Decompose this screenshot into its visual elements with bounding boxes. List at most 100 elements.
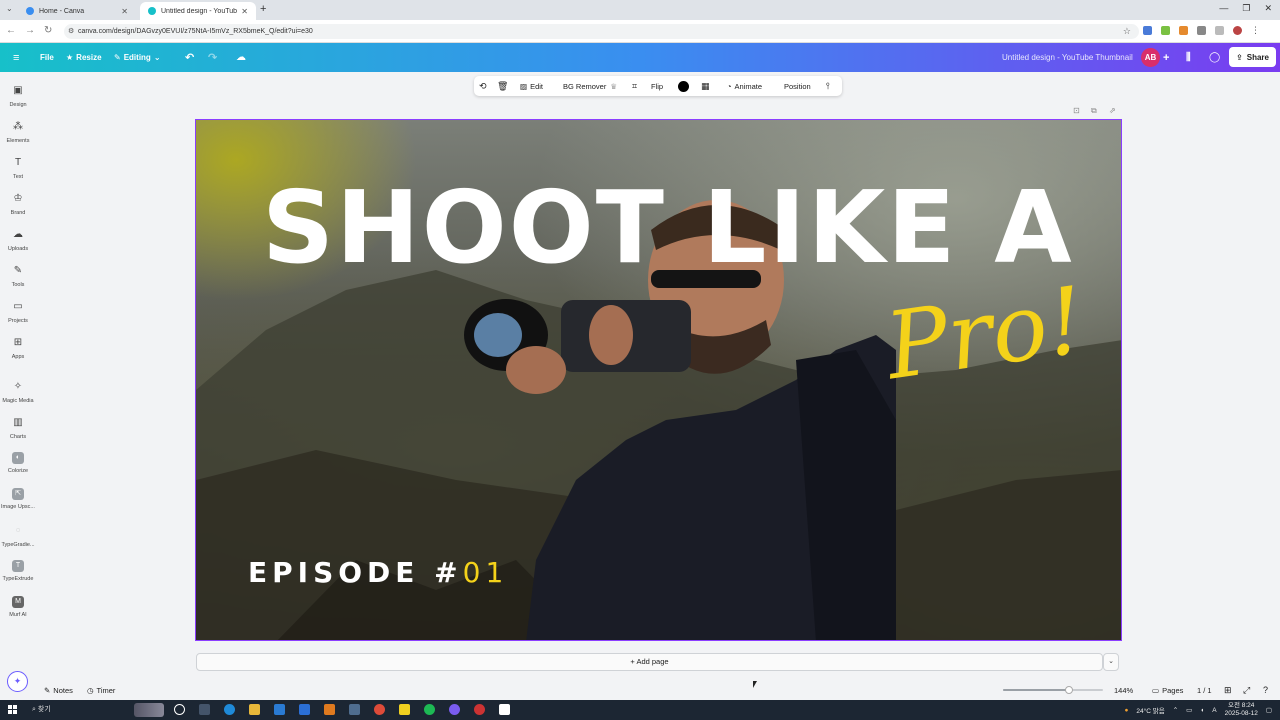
bookmark-star-icon[interactable]: ☆ (1123, 24, 1131, 39)
timer-button[interactable]: ◷ Timer (87, 680, 115, 700)
add-collaborator-icon[interactable]: + (1163, 43, 1169, 72)
crop-icon[interactable]: ⌗ (632, 76, 637, 96)
weather-text[interactable]: 24°C 맑음 (1136, 705, 1164, 715)
bg-remover-button[interactable]: BG Remover ♛ (563, 76, 617, 96)
sidebar-item-charts[interactable]: ▥ Charts (0, 416, 36, 440)
cloud-save-icon[interactable]: ☁ (236, 43, 246, 72)
insights-icon[interactable]: ⫼ (1186, 43, 1191, 72)
site-info-icon[interactable]: ⚙ (68, 24, 74, 39)
help-icon[interactable]: ? (1263, 680, 1268, 700)
pages-button[interactable]: ▭ Pages (1152, 680, 1183, 700)
restore-icon[interactable]: ❐ (1242, 3, 1250, 14)
duplicate-page-icon[interactable]: ⧉ (1091, 106, 1097, 116)
browser-menu-icon[interactable]: ⋮ (1251, 26, 1260, 35)
task-view-icon[interactable] (174, 704, 185, 715)
notes-button[interactable]: ✎ Notes (44, 680, 73, 700)
sidebar-item-elements[interactable]: ⁂ Elements (0, 120, 36, 144)
app-icon[interactable] (449, 704, 460, 715)
grid-view-icon[interactable]: ⊞ (1224, 680, 1232, 700)
file-explorer-icon[interactable] (249, 704, 260, 715)
file-menu[interactable]: File (40, 43, 54, 72)
volume-icon[interactable]: ◖ (1200, 707, 1204, 714)
extension-icon[interactable] (1179, 26, 1188, 35)
new-tab-icon[interactable]: + (260, 3, 266, 15)
editing-mode-button[interactable]: ✎ Editing ⌄ (114, 43, 161, 72)
animate-button[interactable]: ◔ Animate (727, 76, 762, 96)
ime-icon[interactable]: A (1212, 707, 1216, 714)
delete-icon[interactable]: 🗑 (497, 76, 508, 96)
download-icon[interactable] (1215, 26, 1224, 35)
search-app-icon[interactable] (324, 704, 335, 715)
url-field[interactable]: ⚙ canva.com/design/DAGvzy0EVUI/z75NtA-I5… (64, 24, 1139, 39)
reload-icon[interactable]: ↻ (44, 25, 52, 36)
undo-icon[interactable]: ↶ (185, 43, 194, 72)
kakao-icon[interactable] (399, 704, 410, 715)
widgets-icon[interactable] (199, 704, 210, 715)
zoom-slider[interactable] (1003, 686, 1103, 694)
profile-avatar-icon[interactable] (1233, 26, 1242, 35)
avatar[interactable]: AB (1141, 48, 1160, 67)
comments-icon[interactable]: ◯ (1209, 43, 1220, 72)
redo-icon[interactable]: ↷ (208, 43, 217, 72)
replace-icon[interactable]: ⟲ (479, 76, 487, 96)
headline-text[interactable]: SHOOT LIKE A (262, 178, 1074, 278)
app-icon[interactable] (349, 704, 360, 715)
sidebar-item-uploads[interactable]: ☁ Uploads (0, 228, 36, 252)
notifications-icon[interactable]: ▢ (1266, 706, 1272, 714)
sidebar-item-image-upscaler[interactable]: ⇱ Image Upsc... (0, 488, 36, 510)
canva-assistant-icon[interactable]: ✦ (7, 671, 28, 692)
share-button[interactable]: ⇪ Share (1229, 47, 1276, 67)
back-icon[interactable]: ← (6, 25, 16, 36)
spotify-icon[interactable] (424, 704, 435, 715)
sidebar-item-typeextrude[interactable]: T TypeExtrude (0, 560, 36, 582)
chevron-down-icon[interactable]: ⌄ (1103, 653, 1119, 671)
tab-search-icon[interactable]: ⌄ (6, 4, 13, 13)
zoom-level[interactable]: 144% (1114, 680, 1133, 700)
resize-button[interactable]: ★ Resize (66, 43, 102, 72)
mail-icon[interactable] (299, 704, 310, 715)
app-icon[interactable] (499, 704, 510, 715)
tray-chevron-icon[interactable]: ⌃ (1173, 706, 1178, 714)
clock[interactable]: 오전 8:24 2025-08-12 (1225, 702, 1258, 718)
minimize-icon[interactable]: — (1219, 3, 1228, 14)
forward-icon[interactable]: → (25, 25, 35, 36)
color-button[interactable] (678, 76, 689, 96)
extension-icon[interactable] (1143, 26, 1152, 35)
sidebar-item-brand[interactable]: ♔ Brand (0, 192, 36, 216)
sidebar-item-apps[interactable]: ⊞ Apps (0, 336, 36, 360)
main-menu-icon[interactable]: ≡ (13, 43, 19, 72)
zoom-slider-handle[interactable] (1065, 686, 1073, 694)
add-page-button[interactable]: + Add page (196, 653, 1103, 671)
transparency-icon[interactable]: ▦ (701, 76, 710, 96)
design-canvas[interactable]: SHOOT LIKE A Pro! EPISODE #01 (195, 119, 1122, 641)
copy-style-icon[interactable]: ⫯ (826, 76, 830, 96)
share-page-icon[interactable]: ⇗ (1109, 106, 1116, 115)
edit-button[interactable]: ▨ Edit (520, 76, 543, 96)
position-button[interactable]: Position (784, 76, 811, 96)
design-title[interactable]: Untitled design - YouTube Thumbnail (1002, 43, 1133, 72)
record-icon[interactable] (474, 704, 485, 715)
edge-icon[interactable] (224, 704, 235, 715)
taskbar-widget[interactable] (134, 703, 164, 717)
sidebar-item-design[interactable]: ▣ Design (0, 84, 36, 108)
sidebar-item-typegradient[interactable]: ◌ TypeGradie... (0, 524, 36, 548)
tab-untitled-design[interactable]: Untitled design - YouTube Th... ✕ (140, 2, 256, 20)
fullscreen-icon[interactable]: ⤢ (1243, 680, 1250, 700)
sidebar-item-projects[interactable]: ▭ Projects (0, 300, 36, 324)
episode-text[interactable]: EPISODE #01 (248, 556, 508, 589)
sidebar-item-colorize[interactable]: ◐ Colorize (0, 452, 36, 474)
extension-icon[interactable] (1161, 26, 1170, 35)
sidebar-item-murf-ai[interactable]: M Murf AI (0, 596, 36, 618)
tab-close-icon[interactable]: ✕ (241, 7, 248, 16)
network-icon[interactable]: ▭ (1186, 706, 1192, 714)
sidebar-item-text[interactable]: T Text (0, 156, 36, 180)
tab-close-icon[interactable]: ✕ (121, 7, 128, 16)
tab-home-canva[interactable]: Home - Canva ✕ (18, 2, 136, 20)
windows-start-icon[interactable] (8, 705, 17, 714)
chrome-icon[interactable] (374, 704, 385, 715)
sidebar-item-tools[interactable]: ✎ Tools (0, 264, 36, 288)
store-icon[interactable] (274, 704, 285, 715)
lock-page-icon[interactable]: ⊡ (1073, 106, 1080, 115)
flip-button[interactable]: Flip (651, 76, 663, 96)
extensions-puzzle-icon[interactable] (1197, 26, 1206, 35)
